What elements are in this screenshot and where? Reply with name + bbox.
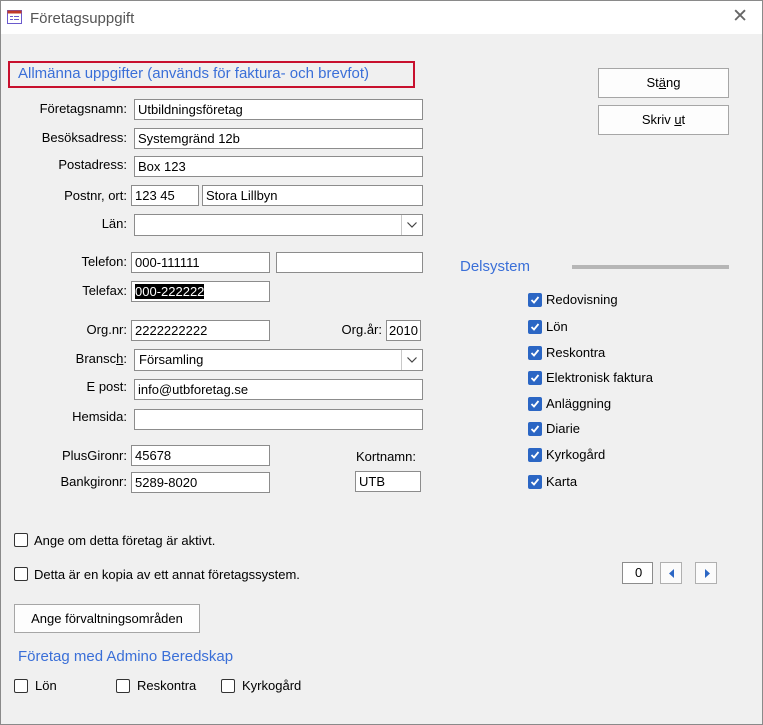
subsystem-label: Redovisning [546,292,618,307]
shortname-field[interactable]: UTB [355,471,421,492]
bankgiro-label: Bankgironr: [60,474,127,489]
fax-field[interactable]: 000-222222 [131,281,270,302]
title-bar: Företagsuppgift ✕ [1,1,762,34]
chevron-down-icon[interactable] [401,350,422,370]
previous-record-button[interactable] [660,562,682,584]
fax-value-selected: 000-222222 [135,284,205,299]
company-name-label: Företagsnamn: [39,101,127,116]
subsystem-checkbox[interactable] [528,371,542,385]
email-label: E post: [86,379,127,394]
section-title-general: Allmänna uppgifter (används för faktura-… [18,65,370,82]
admino-checkbox[interactable] [14,679,28,693]
subsystem-checkbox[interactable] [528,320,542,334]
subsystem-checkbox[interactable] [528,293,542,307]
subsystem-label: Elektronisk faktura [546,370,653,385]
email-field[interactable]: info@utbforetag.se [134,379,423,400]
subsystem-label: Karta [546,474,578,489]
admino-title: Företag med Admino Beredskap [18,648,234,665]
org-year-field[interactable]: 2010 [386,320,421,341]
plusgiro-label: PlusGironr: [61,448,127,463]
industry-value: Församling [139,352,204,367]
active-checkbox-label: Ange om detta företag är aktivt. [34,533,216,548]
close-icon[interactable]: ✕ [732,7,748,26]
website-field[interactable] [134,409,423,430]
subsystem-checkbox[interactable] [528,475,542,489]
fax-label: Telefax: [82,283,127,298]
print-button[interactable]: Skriv ut [598,105,729,135]
bankgiro-field[interactable]: 5289-8020 [131,472,270,493]
print-button-text-u: u [674,112,682,127]
subsystem-checkbox[interactable] [528,346,542,360]
subsystem-label: Kyrkogård [546,447,606,462]
admino-label: Reskontra [137,678,197,693]
admino-label: Lön [35,678,57,693]
close-button[interactable]: Stäng [598,68,729,98]
close-button-text-post: ng [666,75,681,90]
visit-address-field[interactable]: Systemgränd 12b [134,128,423,149]
org-nr-label: Org.nr: [86,322,127,337]
shortname-label: Kortnamn: [356,449,416,464]
industry-label: Bransch: [76,351,127,366]
copy-checkbox[interactable] [14,567,28,581]
admino-checkbox[interactable] [221,679,235,693]
print-button-text-pre: Skriv [641,112,675,127]
subsystem-checkbox[interactable] [528,397,542,411]
phone-field[interactable]: 000-111111 [131,252,270,273]
admino-checkbox[interactable] [116,679,130,693]
record-counter[interactable]: 0 [622,562,653,584]
postal-code-field[interactable]: 123 45 [131,185,199,206]
phone-label: Telefon: [81,254,127,269]
plusgiro-field[interactable]: 45678 [131,445,270,466]
website-label: Hemsida: [72,409,127,424]
subsystems-title: Delsystem [460,258,531,275]
chevron-down-icon[interactable] [401,215,422,235]
subsystem-label: Lön [546,319,568,334]
dialog-window: Företagsuppgift ✕ Allmänna uppgifter (an… [0,0,763,725]
close-button-text-pre: St [646,75,659,90]
admin-areas-button[interactable]: Ange förvaltningsområden [14,604,200,633]
subsystem-label: Reskontra [546,345,606,360]
subsystems-divider [572,265,729,269]
org-nr-field[interactable]: 2222222222 [131,320,270,341]
copy-checkbox-label: Detta är en kopia av ett annat företagss… [34,567,300,582]
next-record-button[interactable] [695,562,717,584]
subsystem-label: Anläggning [546,396,612,411]
county-dropdown[interactable] [134,214,423,236]
industry-label-pre: Bransc [75,351,117,366]
postal-address-field[interactable]: Box 123 [134,156,423,177]
subsystem-checkbox[interactable] [528,422,542,436]
postal-address-label: Postadress: [58,157,127,172]
form-icon [7,10,22,24]
window-title: Företagsuppgift [30,10,135,27]
triangle-left-icon [669,569,674,578]
subsystem-label: Diarie [546,421,580,436]
triangle-right-icon [705,569,710,578]
company-name-field[interactable]: Utbildningsföretag [134,99,423,120]
visit-address-label: Besöksadress: [41,130,127,145]
print-button-text-post: t [681,112,686,127]
admino-label: Kyrkogård [242,678,302,693]
postal-code-city-label: Postnr, ort: [64,188,127,203]
close-button-text-u: ä [658,75,667,90]
industry-label-post: : [123,351,127,366]
org-year-label: Org.år: [341,322,382,337]
city-field[interactable]: Stora Lillbyn [202,185,423,206]
county-label: Län: [101,216,127,231]
phone2-field[interactable] [276,252,423,273]
subsystem-checkbox[interactable] [528,448,542,462]
active-checkbox[interactable] [14,533,28,547]
industry-dropdown[interactable]: Församling [134,349,423,371]
